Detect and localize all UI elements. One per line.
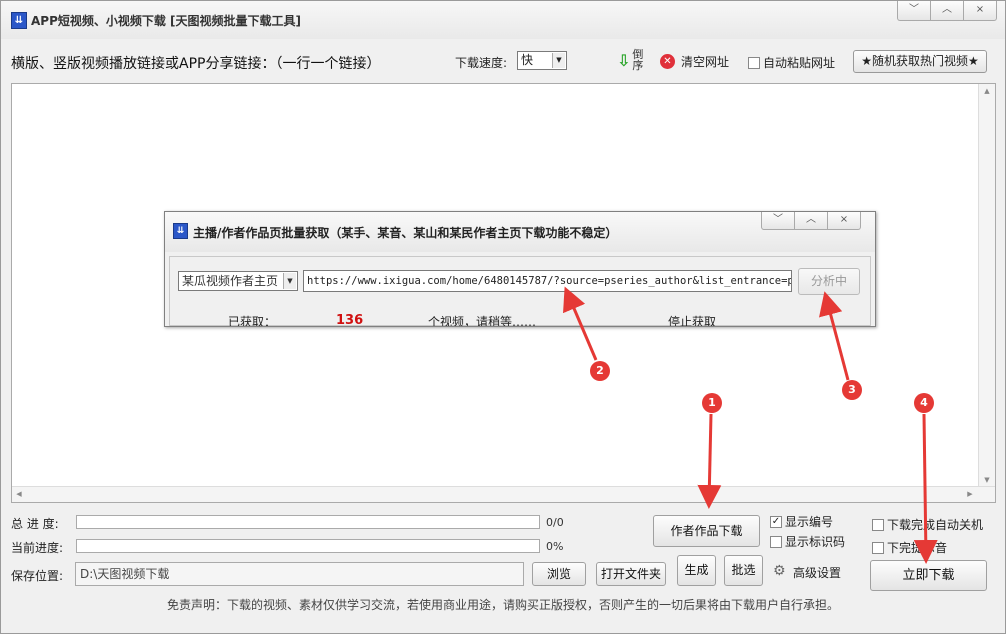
clear-icon: ✕ <box>660 54 675 69</box>
scroll-right-icon[interactable]: ▶ <box>963 487 977 502</box>
fetch-status: 已获取： 136 个视频，请稍等…… 停止获取 <box>170 313 870 327</box>
title-bar: ⇊ APP短视频、小视频下载 [天图视频批量下载工具] ﹀ ︿ × <box>1 1 1005 39</box>
reverse-order-button[interactable]: ⇩ 倒序 <box>617 49 644 71</box>
show-number-checkbox[interactable]: ✓ 显示编号 <box>770 513 833 530</box>
scroll-down-icon[interactable]: ▼ <box>979 473 995 487</box>
save-location-label: 保存位置: <box>11 569 64 583</box>
dialog-close-button[interactable]: × <box>827 212 861 230</box>
speed-select[interactable]: 快 ▼ <box>517 51 567 70</box>
dialog-title-bar: ⇊ 主播/作者作品页批量获取（某手、某音、某山和某民作者主页下载功能不稳定） ﹀… <box>165 212 875 252</box>
reverse-order-label: 倒序 <box>632 48 644 72</box>
maximize-button[interactable]: ︿ <box>930 1 964 21</box>
total-progress-value: 0/0 <box>546 516 564 529</box>
batch-select-button[interactable]: 批选 <box>724 555 763 586</box>
checkbox-checked-icon: ✓ <box>770 515 782 528</box>
minimize-button[interactable]: ﹀ <box>897 1 931 21</box>
scroll-left-icon[interactable]: ◀ <box>12 487 26 502</box>
show-id-label: 显示标识码 <box>785 535 846 549</box>
down-arrow-icon: ⇩ <box>617 50 631 70</box>
annotation-marker-1: 1 <box>702 393 722 413</box>
open-folder-button[interactable]: 打开文件夹 <box>596 562 666 586</box>
dialog-maximize-button[interactable]: ︿ <box>794 212 828 230</box>
dialog-download-icon: ⇊ <box>173 223 188 239</box>
chevron-down-icon: ▼ <box>283 273 296 289</box>
autopaste-label: 自动粘贴网址 <box>763 56 836 70</box>
save-path-input[interactable]: D:\天图视频下载 <box>75 562 524 586</box>
dialog-minimize-button[interactable]: ﹀ <box>761 212 795 230</box>
stop-fetch-button[interactable]: 停止获取 <box>668 313 716 326</box>
dialog-body: 某瓜视频作者主页 ▼ https://www.ixigua.com/home/6… <box>169 256 871 326</box>
auto-shutdown-label: 下载完成自动关机 <box>887 518 984 532</box>
vertical-scrollbar[interactable]: ▲ ▼ <box>978 84 995 487</box>
platform-value: 某瓜视频作者主页 <box>182 274 279 288</box>
speed-value: 快 <box>521 53 534 67</box>
show-number-label: 显示编号 <box>785 515 834 529</box>
close-button[interactable]: × <box>963 1 997 21</box>
clear-urls-button[interactable]: ✕ 清空网址 <box>660 53 729 70</box>
checkbox-icon <box>872 518 884 531</box>
horizontal-scrollbar[interactable]: ◀ ▶ <box>12 486 995 502</box>
author-batch-dialog: ⇊ 主播/作者作品页批量获取（某手、某音、某山和某民作者主页下载功能不稳定） ﹀… <box>164 211 876 327</box>
analyze-button[interactable]: 分析中 <box>798 268 860 295</box>
author-works-download-button[interactable]: 作者作品下载 <box>653 515 760 547</box>
total-progress-label: 总 进 度: <box>11 517 59 531</box>
browse-button[interactable]: 浏览 <box>532 562 586 586</box>
download-now-button[interactable]: 立即下载 <box>870 560 987 591</box>
disclaimer-text: 免责声明：下载的视频、素材仅供学习交流，若使用商业用途，请购买正版授权，否则产生… <box>167 598 840 612</box>
generate-button[interactable]: 生成 <box>677 555 716 586</box>
app-download-icon: ⇊ <box>11 12 27 29</box>
current-progress-label: 当前进度: <box>11 541 64 555</box>
random-hot-button[interactable]: ★随机获取热门视频★ <box>853 50 987 73</box>
toolbar: 横版、竖版视频播放链接或APP分享链接：（一行一个链接） 下载速度: 快 ▼ ⇩… <box>1 47 1005 77</box>
auto-shutdown-checkbox[interactable]: 下载完成自动关机 <box>872 516 983 533</box>
notify-sound-checkbox[interactable]: 下完提示音 <box>872 539 947 556</box>
autopaste-checkbox[interactable]: 自动粘贴网址 <box>748 54 835 71</box>
fetched-label: 已获取： <box>228 315 277 327</box>
checkbox-icon <box>872 541 884 554</box>
dialog-window-controls: ﹀ ︿ × <box>761 212 861 230</box>
dialog-title: 主播/作者作品页批量获取（某手、某音、某山和某民作者主页下载功能不稳定） <box>193 226 618 240</box>
current-progress-value: 0% <box>546 540 564 553</box>
platform-select[interactable]: 某瓜视频作者主页 ▼ <box>178 271 298 291</box>
notify-sound-label: 下完提示音 <box>887 541 948 555</box>
current-progress-bar <box>76 539 540 553</box>
scroll-up-icon[interactable]: ▲ <box>979 84 995 98</box>
gear-icon[interactable]: ⚙ <box>773 563 786 579</box>
link-input-label: 横版、竖版视频播放链接或APP分享链接：（一行一个链接） <box>11 56 381 72</box>
annotation-marker-3: 3 <box>842 380 862 400</box>
checkbox-icon <box>748 56 760 69</box>
bottom-panel: 总 进 度: 0/0 当前进度: 0% 保存位置: D:\天图视频下载 浏览 打… <box>1 506 1005 634</box>
total-progress-bar <box>76 515 540 529</box>
chevron-down-icon: ▼ <box>552 53 565 68</box>
window-title: APP短视频、小视频下载 [天图视频批量下载工具] <box>31 14 302 28</box>
speed-label: 下载速度: <box>455 56 508 70</box>
annotation-marker-2: 2 <box>590 361 610 381</box>
advanced-settings-button[interactable]: 高级设置 <box>793 564 841 581</box>
annotation-marker-4: 4 <box>914 393 934 413</box>
fetched-count: 136 <box>336 313 364 327</box>
window-controls: ﹀ ︿ × <box>897 1 997 21</box>
show-id-checkbox[interactable]: 显示标识码 <box>770 533 845 550</box>
wait-label: 个视频，请稍等…… <box>428 315 537 327</box>
author-url-input[interactable]: https://www.ixigua.com/home/6480145787/?… <box>303 270 792 292</box>
checkbox-icon <box>770 535 782 548</box>
clear-urls-label: 清空网址 <box>681 55 730 69</box>
main-window: ⇊ APP短视频、小视频下载 [天图视频批量下载工具] ﹀ ︿ × 横版、竖版视… <box>0 0 1006 634</box>
